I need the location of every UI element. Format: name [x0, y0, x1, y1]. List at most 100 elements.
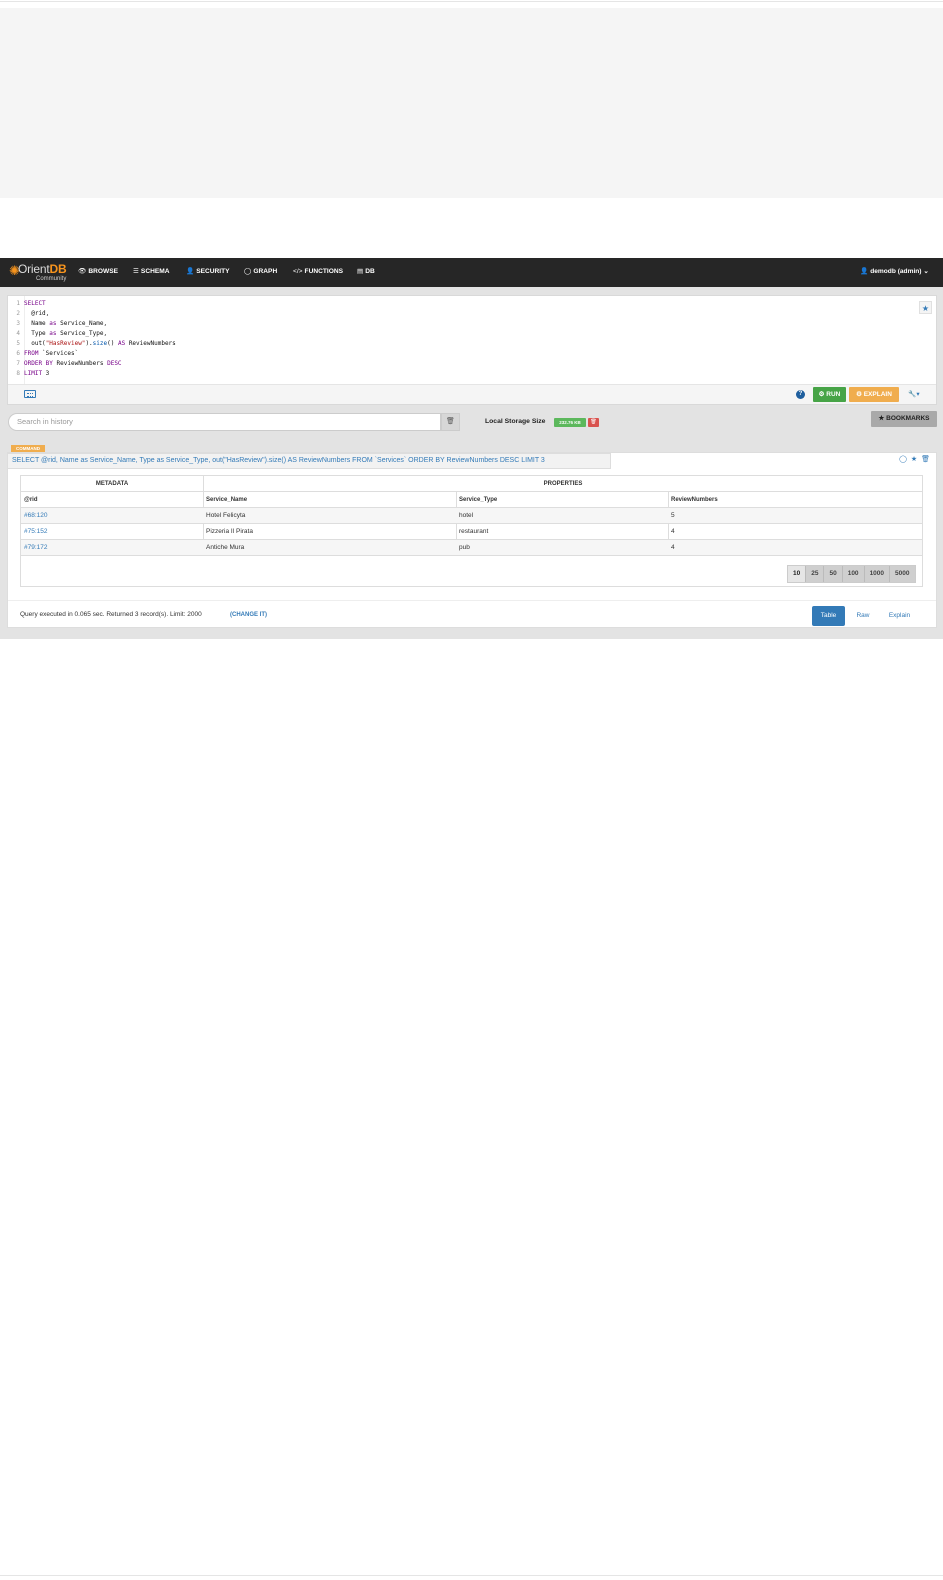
column-header[interactable]: Service_Name [206, 492, 247, 508]
column-header[interactable]: ReviewNumbers [671, 492, 718, 508]
page-size-25[interactable]: 25 [806, 566, 825, 582]
user-menu[interactable]: 👤 demodb (admin) ⌄ [860, 267, 929, 277]
wrench-icon[interactable]: 🔧▾ [902, 387, 926, 402]
code-token: ReviewNumbers [125, 340, 176, 347]
line-number: 1 [16, 300, 20, 307]
raw-view-button[interactable]: Raw [848, 606, 878, 626]
trash-icon[interactable]: 🗑 [588, 418, 599, 427]
result-actions: ◯ ★ 🗑 [897, 455, 930, 465]
column-header[interactable]: @rid [24, 492, 38, 508]
user-label: demodb (admin) [870, 268, 922, 275]
code-token: SELECT [24, 300, 46, 307]
bookmark-star-icon[interactable]: ★ [919, 301, 932, 314]
bottom-divider [0, 1575, 943, 1576]
graph-icon[interactable]: ◯ [899, 456, 907, 463]
code-token: Service_Type, [56, 330, 108, 337]
code-line[interactable]: 7 ORDER BY ReviewNumbers DESC [8, 359, 121, 369]
history-search-input[interactable]: Search in history [8, 413, 441, 431]
keyboard-icon[interactable] [24, 390, 36, 398]
command-text[interactable]: SELECT @rid, Name as Service_Name, Type … [8, 453, 611, 469]
page-size-50[interactable]: 50 [824, 566, 843, 582]
page-size-1000[interactable]: 1000 [864, 566, 891, 582]
chevron-down-icon: ⌄ [923, 268, 929, 275]
code-token: Name [24, 320, 50, 327]
table-cell: Pizzeria Il Pirata [206, 528, 253, 535]
code-token: ReviewNumbers [52, 360, 108, 367]
nav-db[interactable]: ▤ DB [357, 267, 375, 277]
rid-link[interactable]: #79:172 [24, 540, 48, 556]
code-line[interactable]: 8 LIMIT 3 [8, 369, 49, 379]
nav-label: BROWSE [88, 268, 119, 275]
page-size-5000[interactable]: 5000 [890, 566, 915, 582]
orientdb-studio: ✺ OrientDB Community 👁 BROWSE ☰ SCHEMA 👤 SE… [0, 258, 943, 639]
page-size-10[interactable]: 10 [788, 566, 807, 582]
nav-security[interactable]: 👤 SECURITY [186, 267, 230, 277]
code-token: @rid, [24, 310, 50, 317]
column-header-row: @rid Service_Name Service_Type ReviewNum… [21, 492, 922, 508]
explain-view-button[interactable]: Explain [881, 606, 918, 626]
circle-icon: ◯ [244, 268, 252, 275]
run-button[interactable]: ⚙ RUN [813, 387, 846, 402]
code-token: as [49, 330, 57, 337]
page-size-selector: 10 25 50 100 1000 5000 [787, 565, 916, 583]
code-token: () [107, 340, 118, 347]
divider [203, 476, 204, 492]
code-line[interactable]: 2 @rid, [8, 309, 49, 319]
table-row: #75:152 Pizzeria Il Pirata restaurant 4 [21, 524, 922, 540]
top-divider [0, 1, 943, 2]
bookmarks-button[interactable]: ★ BOOKMARKS [871, 411, 937, 427]
local-storage-label: Local Storage Size [485, 418, 546, 425]
nav-graph[interactable]: ◯ GRAPH [244, 267, 277, 277]
trash-icon[interactable]: 🗑 [921, 456, 930, 463]
explain-button[interactable]: ⚙ EXPLAIN [849, 387, 899, 402]
code-token: Type [24, 330, 50, 337]
brand-name-db: DB [49, 262, 67, 276]
code-token: ORDER BY [24, 360, 53, 367]
database-icon: ▤ [357, 268, 364, 275]
result-table: METADATA PROPERTIES @rid Service_Name Se… [20, 475, 923, 587]
help-icon[interactable]: ? [796, 390, 805, 399]
nav-label: FUNCTIONS [304, 268, 344, 275]
result-panel: SELECT @rid, Name as Service_Name, Type … [7, 452, 937, 628]
properties-header: PROPERTIES [543, 481, 583, 487]
column-header[interactable]: Service_Type [459, 492, 497, 508]
code-line[interactable]: 5 out("HasReview").size() AS ReviewNumbe… [8, 339, 176, 349]
query-editor[interactable]: 1 SELECT 2 @rid, 3 Name as Service_Name, 4 T… [7, 295, 937, 405]
nav-label: GRAPH [253, 268, 278, 275]
code-line[interactable]: 3 Name as Service_Name, [8, 319, 107, 329]
code-token: LIMIT [24, 370, 43, 377]
nav-schema[interactable]: ☰ SCHEMA [133, 267, 170, 277]
code-token: "HasReview" [45, 340, 86, 347]
metadata-header: METADATA [95, 481, 129, 487]
table-row: #68:120 Hotel Felicyta hotel 5 [21, 508, 922, 524]
code-area[interactable]: 1 SELECT 2 @rid, 3 Name as Service_Name, 4 T… [8, 296, 938, 386]
code-line[interactable]: 4 Type as Service_Type, [8, 329, 107, 339]
result-footer: Query executed in 0.065 sec. Returned 3 … [8, 600, 936, 627]
table-cell: 4 [671, 544, 675, 551]
line-number: 8 [16, 370, 20, 377]
page-size-100[interactable]: 100 [842, 566, 865, 582]
code-line[interactable]: 1 SELECT [8, 299, 46, 309]
rid-link[interactable]: #75:152 [24, 524, 48, 540]
change-limit-link[interactable]: (CHANGE IT) [230, 610, 267, 620]
trash-icon[interactable]: 🗑 [441, 413, 460, 431]
list-icon: ☰ [133, 268, 139, 275]
code-token: 3 [42, 370, 50, 377]
line-number: 3 [16, 320, 20, 327]
orientdb-logo[interactable]: ✺ OrientDB Community [9, 261, 67, 285]
line-number: 7 [16, 360, 20, 367]
star-icon[interactable]: ★ [911, 456, 917, 463]
table-view-button[interactable]: Table [812, 606, 845, 626]
code-token: Service_Name, [56, 320, 108, 327]
code-token: ). [85, 340, 93, 347]
rid-link[interactable]: #68:120 [24, 508, 48, 524]
code-line[interactable]: 6 FROM `Services` [8, 349, 78, 359]
empty-banner-area [0, 8, 943, 198]
navbar: ✺ OrientDB Community 👁 BROWSE ☰ SCHEMA 👤 SE… [0, 258, 943, 287]
line-number: 5 [16, 340, 20, 347]
nav-browse[interactable]: 👁 BROWSE [78, 267, 118, 277]
code-token: out( [24, 340, 46, 347]
user-icon: 👤 [186, 268, 195, 275]
nav-functions[interactable]: </> FUNCTIONS [293, 267, 343, 277]
line-number: 6 [16, 350, 20, 357]
